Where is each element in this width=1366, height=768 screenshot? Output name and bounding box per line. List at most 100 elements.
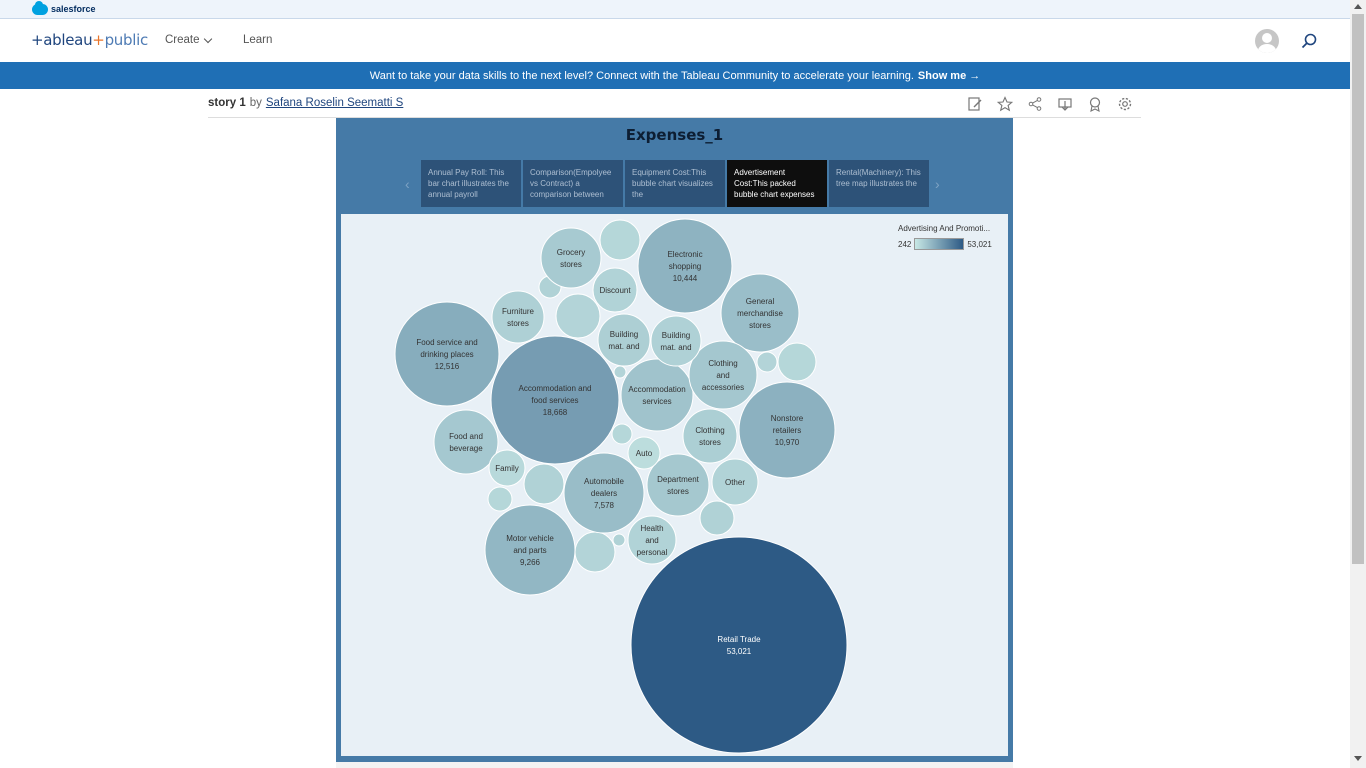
bubble-electronic-shopping[interactable]: Electronic shopping 10,444: [637, 218, 733, 314]
bubble-circle[interactable]: [630, 536, 848, 754]
learn-label: Learn: [243, 34, 273, 46]
bubble-unlabeled[interactable]: [523, 463, 565, 505]
bubble-unlabeled[interactable]: [555, 293, 601, 339]
bubble-circle[interactable]: [682, 408, 738, 464]
salesforce-bar: salesforce: [0, 0, 1350, 19]
bubble-label: Clothing: [708, 359, 737, 368]
bubble-unlabeled[interactable]: [777, 342, 817, 382]
salesforce-logo[interactable]: salesforce: [32, 0, 96, 15]
edit-icon[interactable]: [967, 96, 983, 112]
create-menu[interactable]: Create: [165, 34, 212, 46]
bubble-nonstore-retailers[interactable]: Nonstore retailers 10,970: [738, 381, 836, 479]
bubble-label: retailers: [773, 426, 801, 435]
bubble-accommodation-services[interactable]: Accommodation services: [620, 358, 694, 432]
story-points: Annual Pay Roll: This bar chart illustra…: [421, 160, 929, 207]
bubble-unlabeled[interactable]: [612, 533, 626, 547]
tableau-public-logo[interactable]: +ableau+public: [31, 31, 148, 49]
bubble-label: stores: [560, 260, 582, 269]
brand-plus: +: [92, 31, 105, 49]
tableau-viz: Expenses_1 ‹ › Annual Pay Roll: This bar…: [336, 118, 1013, 762]
bubble-circle[interactable]: [540, 227, 602, 289]
bubble-label: stores: [699, 438, 721, 447]
bubble-circle[interactable]: [620, 358, 694, 432]
avatar[interactable]: [1255, 29, 1279, 53]
bubble-label: Building: [662, 331, 690, 340]
bubble-unlabeled[interactable]: [613, 365, 627, 379]
show-me-link[interactable]: Show me →: [918, 70, 980, 82]
bubble-motor-vehicle-and-parts[interactable]: Motor vehicle and parts 9,266: [484, 504, 576, 596]
legend-min: 242: [898, 239, 912, 249]
legend-gradient: [914, 238, 965, 250]
bubble-label: Food and: [449, 432, 483, 441]
bubble-value-label: 18,668: [543, 408, 568, 417]
bubble-clothing-stores[interactable]: Clothing stores: [682, 408, 738, 464]
bubble-food-and-beverage[interactable]: Food and beverage: [433, 409, 499, 475]
bubble-other[interactable]: Other: [711, 458, 759, 506]
story-point-5[interactable]: Rental(Machinery): This tree map illustr…: [829, 160, 929, 207]
page-scrollbar[interactable]: [1350, 0, 1366, 768]
bubble-label: stores: [749, 321, 771, 330]
create-label: Create: [165, 34, 200, 46]
viz-footer: [336, 762, 1013, 768]
community-banner: Want to take your data skills to the nex…: [0, 62, 1350, 89]
bubble-grocery-stores[interactable]: Grocery stores: [540, 227, 602, 289]
bubble-label: Electronic: [667, 250, 702, 259]
bubble-food-service-and-drinking-places[interactable]: Food service and drinking places 12,516: [394, 301, 500, 407]
search-icon[interactable]: [1301, 33, 1317, 49]
bubble-unlabeled[interactable]: [487, 486, 513, 512]
author-link[interactable]: Safana Roselin Seematti S: [266, 97, 403, 109]
bubble-discount[interactable]: Discount: [592, 267, 638, 313]
bubble-label: Furniture: [502, 307, 535, 316]
story-point-1[interactable]: Annual Pay Roll: This bar chart illustra…: [421, 160, 521, 207]
bubble-label: dealers: [591, 489, 617, 498]
bubble-unlabeled[interactable]: [574, 531, 616, 573]
bubble-label: Clothing: [695, 426, 724, 435]
gear-icon[interactable]: [1117, 96, 1133, 112]
chevron-right-icon[interactable]: ›: [935, 176, 940, 192]
bubble-label: Family: [495, 464, 519, 473]
bubble-building-mat-and[interactable]: Building mat. and: [597, 313, 651, 367]
download-icon[interactable]: [1057, 96, 1073, 112]
bubble-unlabeled[interactable]: [599, 219, 641, 261]
bubble-label: Grocery: [557, 248, 585, 257]
legend-title: Advertising And Promoti...: [898, 224, 991, 233]
story-point-2[interactable]: Comparison(Empolyee vs Contract) a compa…: [523, 160, 623, 207]
bubble-auto[interactable]: Auto: [627, 436, 661, 470]
bubble-automobile-dealers[interactable]: Automobile dealers 7,578: [563, 452, 645, 534]
share-icon[interactable]: [1027, 96, 1043, 112]
bubble-chart-svg: Retail Trade 53,021 Accommodation and food …: [394, 218, 848, 754]
bubble-family[interactable]: Family: [488, 449, 526, 487]
bubble-unlabeled[interactable]: [699, 500, 735, 536]
bubble-circle[interactable]: [597, 313, 651, 367]
bubble-unlabeled[interactable]: [756, 351, 778, 373]
bubble-circle[interactable]: [433, 409, 499, 475]
bubble-health-and-personal[interactable]: Health and personal: [627, 515, 677, 565]
bubble-value-label: 53,021: [727, 647, 752, 656]
story-point-3[interactable]: Equipment Cost:This bubble chart visuali…: [625, 160, 725, 207]
scroll-thumb[interactable]: [1352, 14, 1364, 564]
bubble-circle[interactable]: [491, 290, 545, 344]
scroll-up-icon[interactable]: [1354, 4, 1362, 9]
bubble-label: Discount: [599, 286, 631, 295]
salesforce-label: salesforce: [51, 4, 96, 14]
chevron-left-icon[interactable]: ‹: [405, 176, 410, 192]
learn-link[interactable]: Learn: [243, 34, 272, 46]
bubble-unlabeled[interactable]: [611, 423, 633, 445]
bubble-building-mat-and[interactable]: Building mat. and: [650, 315, 702, 367]
bubble-label: mat. and: [660, 343, 691, 352]
badge-icon[interactable]: [1087, 96, 1103, 112]
star-icon[interactable]: [997, 96, 1013, 112]
bubble-label: mat. and: [608, 342, 639, 351]
avatar-body-icon: [1258, 44, 1276, 53]
story-point-4[interactable]: Advertisement Cost:This packed bubble ch…: [727, 160, 827, 207]
bubble-furniture-stores[interactable]: Furniture stores: [491, 290, 545, 344]
bubble-label: Department: [657, 475, 700, 484]
scroll-down-icon[interactable]: [1354, 756, 1362, 761]
bubble-value-label: 9,266: [520, 558, 541, 567]
banner-text: Want to take your data skills to the nex…: [369, 69, 914, 82]
bubble-accommodation-and-food-services[interactable]: Accommodation and food services 18,668: [490, 335, 620, 465]
bubble-general-merchandise-stores[interactable]: General merchandise stores: [720, 273, 800, 353]
bubble-circle[interactable]: [650, 315, 702, 367]
bubble-label: merchandise: [737, 309, 783, 318]
bubble-retail-trade[interactable]: Retail Trade 53,021: [630, 536, 848, 754]
